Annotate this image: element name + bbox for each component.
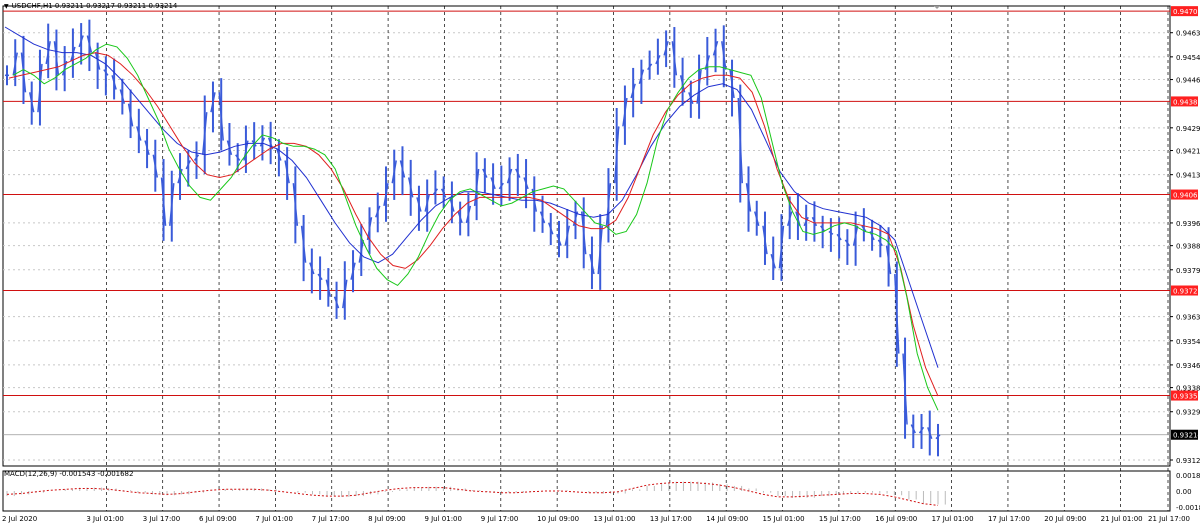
- y-tick-label: 0.94545: [1176, 54, 1200, 62]
- price-level-label: 0.93722: [1173, 288, 1200, 296]
- x-tick-label: 20 Jul 09:00: [1044, 515, 1086, 523]
- y-tick-label: 0.93795: [1176, 267, 1200, 275]
- current-price-label: 0.93214: [1173, 432, 1200, 440]
- y-tick-label: 0.94465: [1176, 77, 1200, 85]
- x-tick-label: 7 Jul 01:00: [255, 515, 293, 523]
- x-tick-label: 9 Jul 01:00: [424, 515, 462, 523]
- y-tick-label: 0.94130: [1176, 172, 1200, 180]
- y-tick-label: 0.94630: [1176, 30, 1200, 38]
- symbol-header: ▼ USDCHF,H1 0.93211 0.93217 0.93211 0.932…: [4, 2, 177, 10]
- x-tick-label: 13 Jul 17:00: [650, 515, 692, 523]
- x-tick-label: 17 Jul 17:00: [988, 515, 1030, 523]
- x-tick-label: 15 Jul 17:00: [819, 515, 861, 523]
- main-pane-frame: [2, 5, 1171, 467]
- symbol-quote: USDCHF,H1 0.93211 0.93217 0.93211 0.9321…: [11, 2, 178, 10]
- y-tick-label: 0.94215: [1176, 148, 1200, 156]
- y-tick-label: 0.93630: [1176, 314, 1200, 322]
- y-tick-label: 0.93880: [1176, 243, 1200, 251]
- macd-y-tick-label: 0.00189: [1176, 472, 1200, 480]
- price-level-label: 0.94388: [1173, 98, 1200, 106]
- price-chart[interactable]: 0.94630 0.94545 0.94465 0.94295 0.94215 0.941…: [0, 0, 1200, 527]
- x-tick-label: 10 Jul 09:00: [537, 515, 579, 523]
- price-level-label: 0.94060: [1173, 192, 1200, 200]
- x-tick-label: 21 Jul 01:00: [1101, 515, 1143, 523]
- x-tick-label: 17 Jul 01:00: [932, 515, 974, 523]
- y-tick-label: 0.93960: [1176, 220, 1200, 228]
- y-tick-label: 0.94295: [1176, 125, 1200, 133]
- x-tick-label: 3 Jul 17:00: [143, 515, 181, 523]
- x-tick-label: 8 Jul 09:00: [368, 515, 406, 523]
- macd-y-tick-label: -0.00189: [1176, 504, 1200, 512]
- x-tick-label: 3 Jul 01:00: [86, 515, 124, 523]
- y-tick-label: 0.93460: [1176, 362, 1200, 370]
- x-tick-label: 2 Jul 2020: [2, 515, 37, 523]
- price-level-label: 0.94706: [1173, 8, 1200, 16]
- macd-header: MACD(12,26,9) -0.001543 -0.001682: [4, 470, 134, 478]
- macd-signal-line: [6, 482, 939, 506]
- x-tick-label: 16 Jul 09:00: [875, 515, 917, 523]
- x-tick-label: 7 Jul 17:00: [312, 515, 350, 523]
- macd-y-tick-label: 0.00: [1176, 488, 1192, 496]
- x-tick-label: 6 Jul 09:00: [199, 515, 237, 523]
- chart-window[interactable]: 0.94630 0.94545 0.94465 0.94295 0.94215 0.941…: [0, 0, 1200, 527]
- y-tick-label: 0.93295: [1176, 409, 1200, 417]
- shift-marker-icon: [934, 6, 940, 9]
- x-tick-label: 9 Jul 17:00: [481, 515, 519, 523]
- x-tick-label: 14 Jul 09:00: [706, 515, 748, 523]
- y-tick-label: 0.93125: [1176, 457, 1200, 465]
- y-tick-label: 0.93545: [1176, 338, 1200, 346]
- x-tick-label: 13 Jul 01:00: [594, 515, 636, 523]
- macd-pane-frame: [2, 470, 1171, 512]
- x-tick-label: 15 Jul 01:00: [763, 515, 805, 523]
- dropdown-triangle-icon[interactable]: ▼: [4, 3, 9, 10]
- x-tick-label: 21 Jul 17:00: [1148, 515, 1190, 523]
- price-level-label: 0.93352: [1173, 393, 1200, 401]
